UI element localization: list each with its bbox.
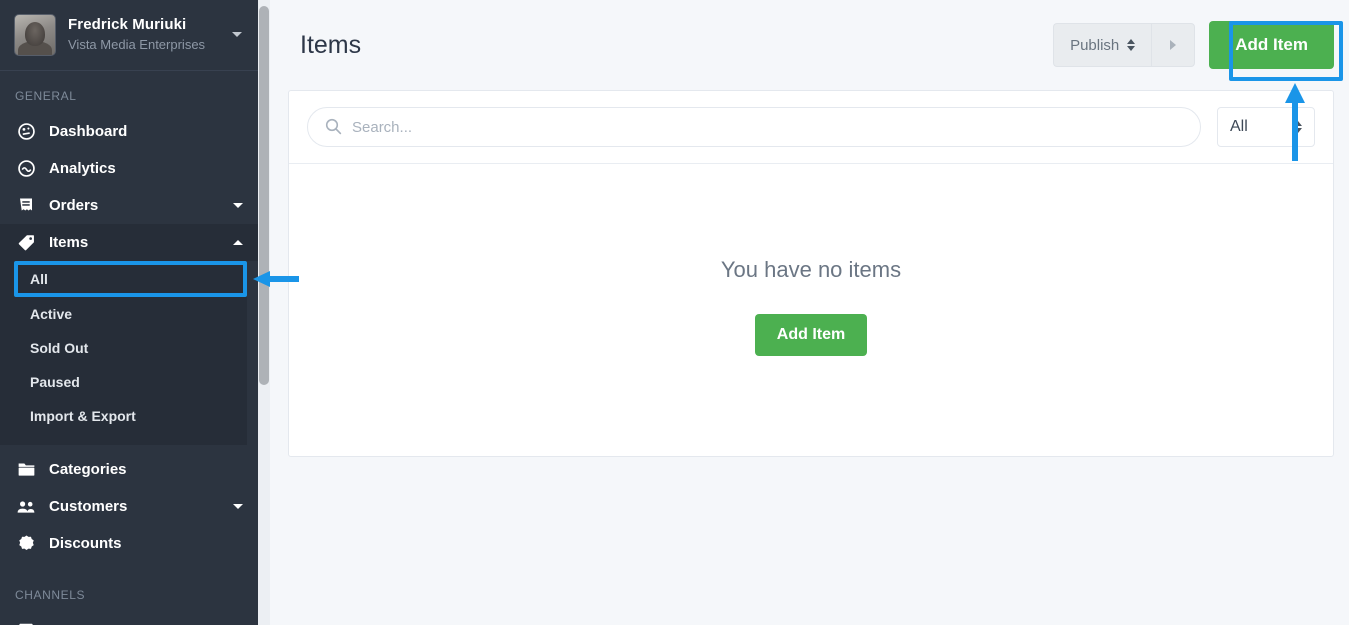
publish-go-button[interactable] [1151, 23, 1196, 67]
sidebar-item-customers[interactable]: Customers [0, 488, 258, 525]
sidebar-section-general-label: GENERAL [15, 89, 77, 103]
empty-state: You have no items Add Item [289, 164, 1333, 449]
main-content: Items Publish Add Item Search... All You… [258, 0, 1349, 625]
user-name: Fredrick Muriuki [68, 16, 187, 33]
sidebar-item-categories-label: Categories [49, 461, 127, 478]
play-arrow-icon [1170, 40, 1177, 50]
sidebar-scrollbar-thumb[interactable] [259, 6, 269, 385]
user-avatar-photo [14, 13, 56, 56]
sidebar-item-items[interactable]: Items [0, 224, 258, 261]
chevron-down-icon[interactable] [232, 32, 242, 37]
sidebar-subitem-active[interactable]: Active [0, 297, 247, 331]
chevron-down-icon[interactable] [233, 203, 243, 208]
empty-state-message: You have no items [720, 257, 902, 282]
discount-badge-icon [15, 535, 37, 552]
chevron-down-icon[interactable] [233, 504, 243, 509]
items-filter-value: All [1230, 118, 1248, 135]
items-card: All You have no items Add Item [288, 90, 1334, 457]
orders-receipt-icon [15, 197, 37, 214]
tag-icon [15, 234, 37, 251]
search-input[interactable] [307, 107, 1201, 147]
sidebar-item-discounts[interactable]: Discounts [0, 525, 258, 562]
sidebar-subitem-active-label: Active [30, 306, 73, 322]
sidebar-item-analytics-label: Analytics [49, 160, 116, 177]
sidebar-item-items-label: Items [49, 234, 89, 251]
add-item-button[interactable]: Add Item [1209, 21, 1334, 69]
analytics-icon [15, 160, 37, 177]
sidebar-item-dashboard[interactable]: Dashboard [0, 113, 258, 150]
user-account-switcher[interactable]: Fredrick Muriuki Vista Media Enterprises [0, 0, 258, 71]
user-text: Fredrick Muriuki Vista Media Enterprises [68, 16, 205, 53]
app-root: Fredrick Muriuki Vista Media Enterprises… [0, 0, 1349, 625]
sidebar-item-discounts-label: Discounts [49, 535, 122, 552]
publish-select[interactable]: Publish [1053, 23, 1152, 67]
search-wrapper [307, 107, 1201, 147]
sidebar-item-store[interactable]: Store [0, 612, 258, 625]
page-header: Items Publish Add Item [270, 0, 1349, 90]
chevron-up-icon[interactable] [233, 240, 243, 245]
sidebar-subitem-sold-out[interactable]: Sold Out [0, 331, 247, 365]
sidebar-subitem-paused[interactable]: Paused [0, 365, 247, 399]
dashboard-icon [15, 123, 37, 140]
up-down-stepper-icon [1127, 39, 1136, 51]
up-down-stepper-icon [1294, 121, 1302, 133]
sidebar-section-channels-label: CHANNELS [15, 588, 86, 602]
folder-icon [15, 462, 37, 477]
publish-select-label: Publish [1070, 36, 1120, 54]
items-submenu: All Active Sold Out Paused Import & Expo… [0, 261, 247, 445]
sidebar-item-categories[interactable]: Categories [0, 451, 258, 488]
sidebar-subitem-all[interactable]: All [14, 261, 239, 297]
user-organization: Vista Media Enterprises [68, 36, 206, 52]
publish-button-group: Publish [1053, 23, 1196, 67]
sidebar-item-dashboard-label: Dashboard [49, 123, 128, 140]
sidebar-subitem-import-export-label: Import & Export [30, 408, 136, 424]
items-filter-select[interactable]: All [1217, 107, 1315, 147]
sidebar-item-customers-label: Customers [49, 498, 128, 515]
sidebar: Fredrick Muriuki Vista Media Enterprises… [0, 0, 258, 625]
sidebar-subitem-import-export[interactable]: Import & Export [0, 399, 247, 433]
sidebar-subitem-sold-out-label: Sold Out [30, 340, 89, 356]
page-title: Items [300, 30, 362, 59]
sidebar-item-orders-label: Orders [49, 197, 99, 214]
sidebar-subitem-all-label: All [30, 271, 48, 287]
people-icon [15, 500, 37, 514]
empty-state-add-item-button[interactable]: Add Item [754, 314, 868, 356]
items-toolbar: All [289, 91, 1333, 164]
sidebar-item-orders[interactable]: Orders [0, 187, 258, 224]
sidebar-subitem-paused-label: Paused [30, 374, 80, 390]
sidebar-item-analytics[interactable]: Analytics [0, 150, 258, 187]
